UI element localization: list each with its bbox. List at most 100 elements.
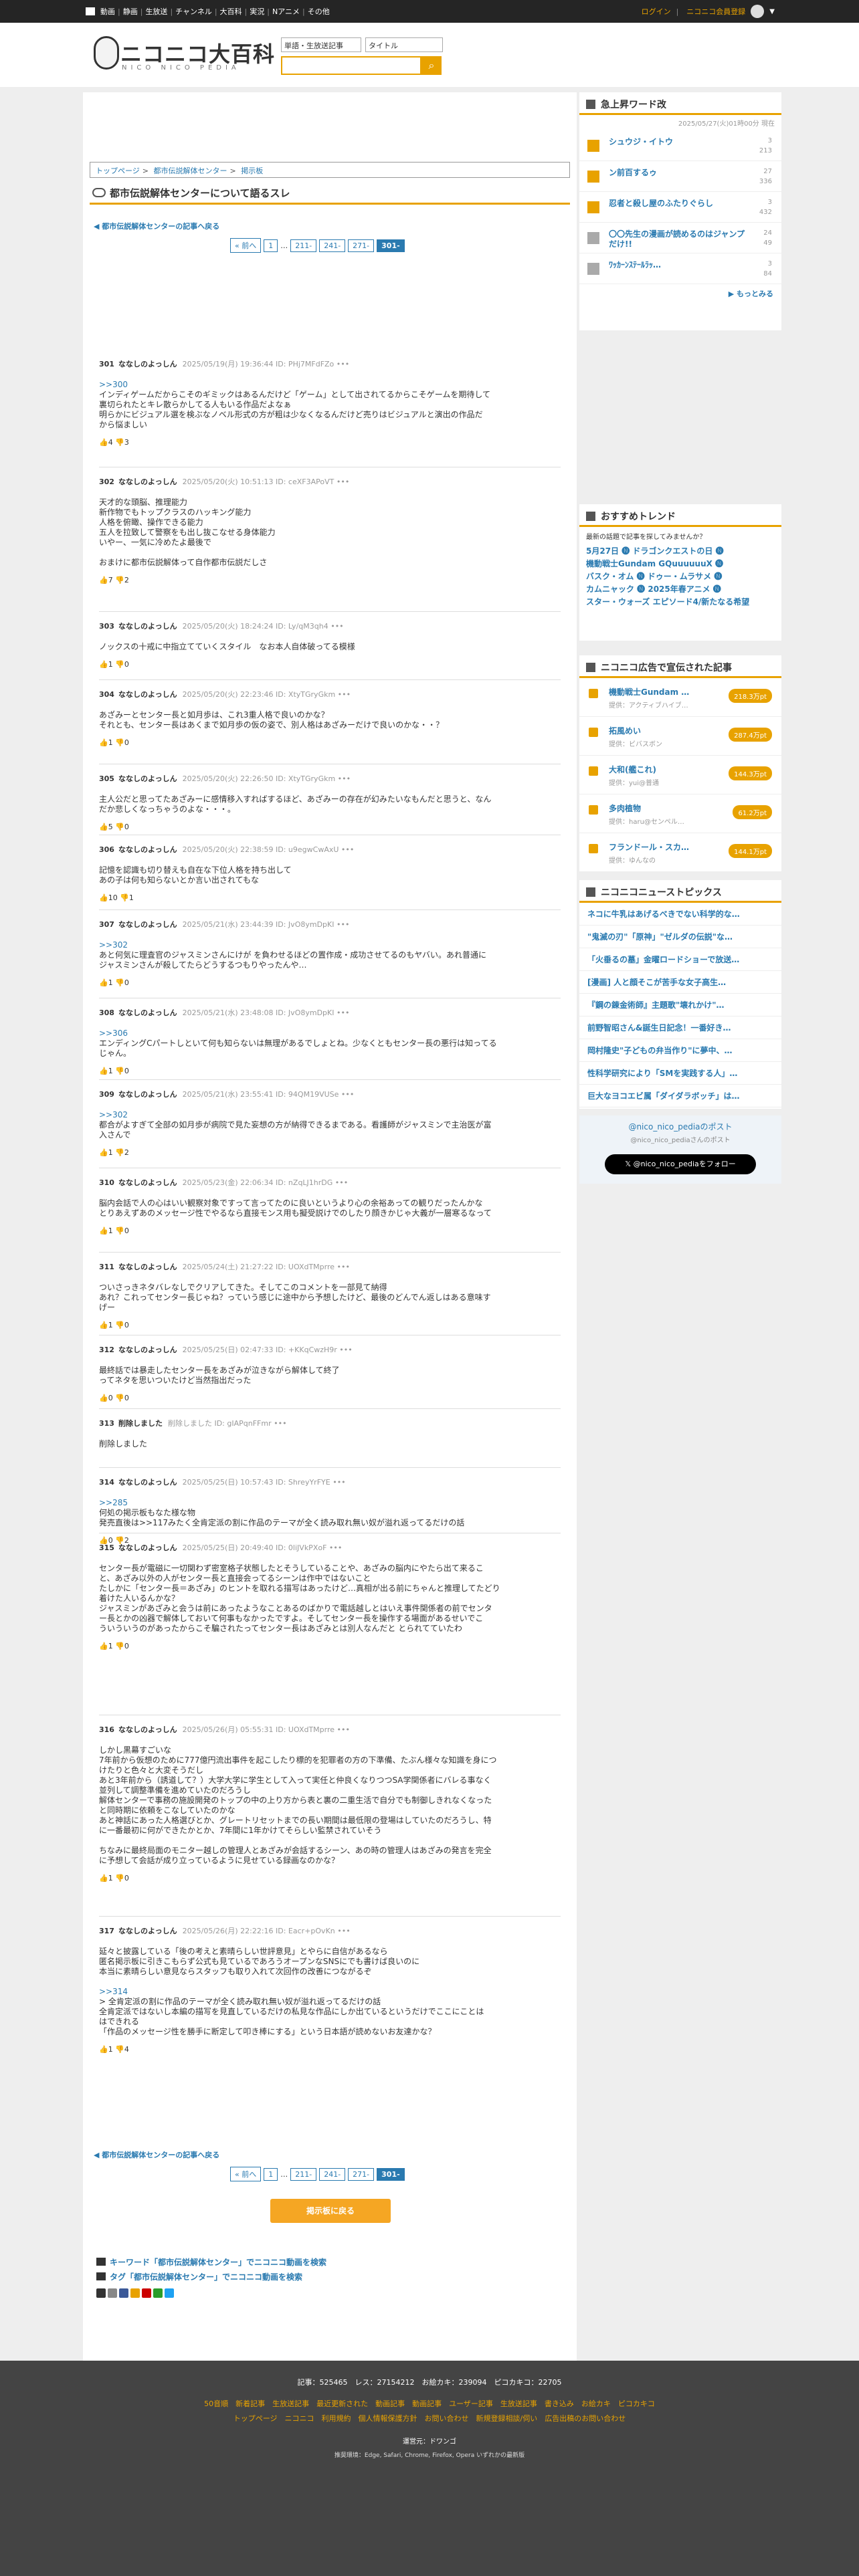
ad-title[interactable]: 拓風めい [609, 725, 641, 736]
rank-title[interactable]: 〇〇先生の漫画が読めるのはジャンプだけ!! [609, 229, 749, 249]
pager-first[interactable]: 1 [264, 2167, 278, 2181]
rank-title[interactable]: 忍者と殺し屋のふたりぐらし [609, 199, 749, 209]
post-menu-icon[interactable]: ••• [334, 920, 349, 929]
footer-links-1[interactable]: 50音順 新着記事 生放送記事 最近更新された 動画記事 動画記事 ユーザー記事… [0, 2398, 859, 2409]
rss-icon[interactable] [130, 2288, 140, 2298]
post-number[interactable]: 310 [99, 1178, 114, 1187]
news-topic-item[interactable]: 『鋼の錬金術師』主題歌"壊れかけ"… [579, 994, 781, 1016]
facebook-icon[interactable] [119, 2288, 128, 2298]
breadcrumb-top[interactable]: トップページ [96, 167, 140, 175]
post-votes[interactable]: 👍1 👎0 [99, 1642, 561, 1650]
ad-item[interactable]: 拓風めい 提供：ビバスボン 287.4万pt [579, 717, 781, 756]
news-topic-item[interactable]: "鬼滅の刃"「原神」"ゼルダの伝説"な… [579, 926, 781, 948]
rank-title[interactable]: シュウジ・イトウ [609, 137, 749, 147]
trend-item[interactable]: バスク・オム 🅝 ドゥー・ムラサメ 🅝 [579, 570, 781, 583]
topbar-item[interactable]: 生放送 [145, 6, 167, 17]
post-votes[interactable]: 👍1 👎0 [99, 1874, 561, 1883]
breadcrumb-article[interactable]: 都市伝説解体センター [154, 167, 227, 175]
pager-211[interactable]: 211- [290, 2167, 317, 2181]
ad-item[interactable]: フランドール・スカ… 提供：ゆんなの 144.1万pt [579, 833, 781, 872]
post-menu-icon[interactable]: ••• [339, 845, 354, 854]
post-number[interactable]: 307 [99, 920, 114, 929]
x-follow-button[interactable]: 𝕏 @nico_nico_pediaをフォロー [605, 1154, 756, 1174]
ad-item[interactable]: 大和(艦これ) 提供：yui@普通 144.3万pt [579, 756, 781, 794]
x-embed-title[interactable]: @nico_nico_pediaのポスト [579, 1121, 781, 1132]
tag-search-link[interactable]: タグ「都市伝説解体センター」でニコニコ動画を検索 [96, 2271, 302, 2282]
rank-item[interactable]: 〇〇先生の漫画が読めるのはジャンプだけ!! 24 49 [579, 223, 781, 253]
pager-current[interactable]: 301- [377, 239, 405, 252]
trend-item[interactable]: 5月27日 🅝 ドラゴンクエストの日 🅝 [579, 545, 781, 558]
post-reply-link[interactable]: >>285 [99, 1498, 561, 1508]
home-icon[interactable] [86, 7, 95, 15]
post-votes[interactable]: 👍5 👎0 [99, 823, 561, 831]
search-scope-select[interactable]: 単語・生放送記事 [281, 37, 361, 52]
post-reply-link[interactable]: >>306 [99, 1029, 561, 1039]
ad-title[interactable]: 大和(艦これ) [609, 764, 656, 775]
ad-item[interactable]: 機動戦士Gundam … 提供：アクティブハイブ… 218.3万pt [579, 678, 781, 717]
back-to-article-link[interactable]: ◀ 都市伝説解体センターの記事へ戻る [94, 221, 219, 231]
post-reply-link[interactable]: >>314 [99, 1987, 561, 1997]
post-number[interactable]: 312 [99, 1346, 114, 1354]
post-menu-icon[interactable]: ••• [334, 1008, 349, 1017]
post-reply-link[interactable]: >>302 [99, 940, 561, 950]
post-votes[interactable]: 👍4 👎3 [99, 438, 561, 447]
post-reply-link[interactable]: >>302 [99, 1110, 561, 1120]
topbar-item[interactable]: 大百科 [220, 6, 242, 17]
post-votes[interactable]: 👍1 👎2 [99, 1148, 561, 1157]
post-votes[interactable]: 👍1 👎0 [99, 978, 561, 987]
topbar-item[interactable]: 静画 [123, 6, 138, 17]
post-menu-icon[interactable]: ••• [335, 1725, 350, 1734]
post-number[interactable]: 304 [99, 690, 114, 699]
post-votes[interactable]: 👍1 👎0 [99, 660, 561, 669]
ad-title[interactable]: 機動戦士Gundam … [609, 686, 689, 697]
post-menu-icon[interactable]: ••• [335, 1927, 350, 1935]
topbar-item[interactable]: その他 [308, 6, 330, 17]
post-votes[interactable]: 👍7 👎2 [99, 576, 561, 584]
search-input[interactable] [281, 56, 421, 75]
news-topic-item[interactable]: [漫画] 人と顔そこが苦手な女子高生… [579, 971, 781, 994]
post-number[interactable]: 311 [99, 1263, 114, 1271]
blog-icon[interactable] [165, 2288, 174, 2298]
chevron-down-icon[interactable]: ▼ [769, 8, 775, 15]
post-number[interactable]: 308 [99, 1008, 114, 1017]
post-number[interactable]: 302 [99, 477, 114, 486]
post-votes[interactable]: 👍10 👎1 [99, 893, 561, 902]
rank-title[interactable]: ン前百するゥ [609, 168, 749, 178]
news-topic-item[interactable]: 巨大なヨコエビ属「ダイダラボッチ」は… [579, 1085, 781, 1107]
rank-item[interactable]: 忍者と殺し屋のふたりぐらし 3 432 [579, 192, 781, 223]
pager-prev[interactable]: « 前へ [230, 2167, 262, 2181]
post-menu-icon[interactable]: ••• [339, 1090, 354, 1099]
post-votes[interactable]: 👍1 👎0 [99, 1226, 561, 1235]
post-menu-icon[interactable]: ••• [272, 1419, 286, 1428]
pager-211[interactable]: 211- [290, 239, 317, 252]
post-menu-icon[interactable]: ••• [332, 1178, 348, 1187]
post-number[interactable]: 306 [99, 845, 114, 854]
pager-271[interactable]: 271- [348, 239, 375, 252]
post-number[interactable]: 309 [99, 1090, 114, 1099]
post-votes[interactable]: 👍0 👎0 [99, 1394, 561, 1402]
pager-271[interactable]: 271- [348, 2167, 375, 2181]
news-topic-item[interactable]: 岡村隆史"子どもの弁当作り"に夢中、… [579, 1039, 781, 1062]
post-number[interactable]: 301 [99, 360, 114, 368]
post-number[interactable]: 313 [99, 1419, 114, 1428]
keyword-search-link[interactable]: キーワード「都市伝説解体センター」でニコニコ動画を検索 [96, 2256, 326, 2268]
post-number[interactable]: 317 [99, 1927, 114, 1935]
ad-title[interactable]: 多肉植物 [609, 802, 641, 814]
pager-prev[interactable]: « 前へ [230, 238, 262, 253]
share-icon[interactable] [96, 2288, 106, 2298]
breadcrumb-board[interactable]: 掲示板 [241, 167, 263, 175]
post-menu-icon[interactable]: ••• [334, 477, 349, 486]
topbar-item[interactable]: 動画 [100, 6, 115, 17]
post-menu-icon[interactable]: ••• [337, 1346, 352, 1354]
footer-links-2[interactable]: トップページ ニコニコ 利用規約 個人情報保護方針 お問い合わせ 新規登録相談/… [0, 2413, 859, 2424]
post-votes[interactable]: 👍1 👎0 [99, 738, 561, 747]
news-topic-item[interactable]: ネコに牛乳はあげるべきでない科学的な… [579, 903, 781, 926]
post-number[interactable]: 315 [99, 1543, 114, 1552]
return-to-board-button[interactable]: 掲示板に戻る [270, 2199, 391, 2223]
post-votes[interactable]: 👍1 👎4 [99, 2045, 561, 2054]
line-icon[interactable] [153, 2288, 163, 2298]
rank-item[interactable]: ン前百するゥ 27 336 [579, 161, 781, 192]
ad-item[interactable]: 多肉植物 提供：haru@センペル… 61.2万pt [579, 794, 781, 833]
trend-item[interactable]: 機動戦士Gundam GQuuuuuuX 🅝 [579, 558, 781, 570]
back-to-article-link-bottom[interactable]: ◀ 都市伝説解体センターの記事へ戻る [94, 2149, 219, 2160]
